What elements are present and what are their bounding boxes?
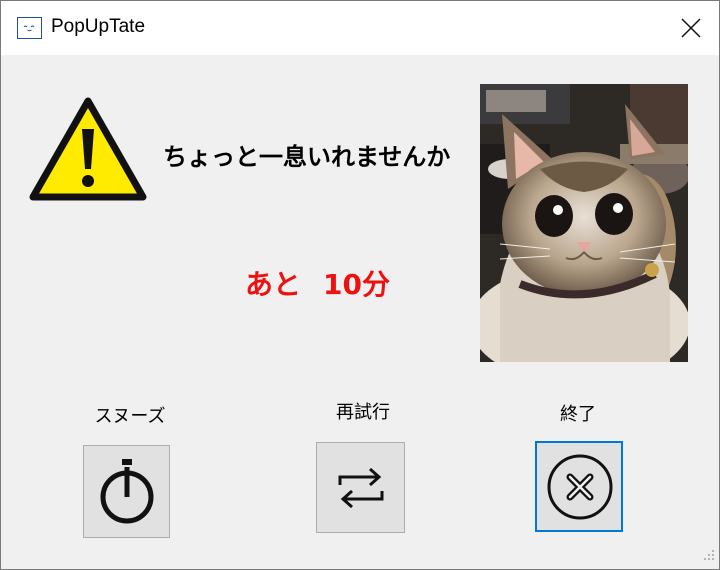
snooze-button[interactable]: [83, 445, 170, 538]
title-bar[interactable]: PopUpTate: [1, 1, 719, 55]
close-button[interactable]: [663, 1, 719, 55]
remaining-value: 10分: [323, 268, 390, 301]
remaining-time: あと 10分: [245, 263, 390, 303]
app-face-icon: [17, 17, 42, 39]
close-circle-icon: [547, 454, 613, 520]
content-area: ちょっと一息いれませんか あと 10分 スヌーズ 再試行 終了: [1, 55, 719, 569]
warning-icon: [29, 97, 147, 205]
repeat-icon: [338, 467, 384, 509]
window-title: PopUpTate: [51, 16, 146, 37]
popup-window: PopUpTate ちょっと一息いれませんか あと 10分 スヌーズ 再試行 終…: [0, 0, 720, 570]
exit-button[interactable]: [535, 441, 623, 532]
snooze-label: スヌーズ: [94, 406, 166, 427]
exit-label: 終了: [560, 404, 596, 425]
retry-button[interactable]: [316, 442, 405, 533]
cat-photo: [480, 84, 688, 362]
close-icon: [681, 18, 701, 38]
break-message: ちょっと一息いれませんか: [163, 143, 451, 171]
resize-grip[interactable]: [703, 546, 715, 565]
retry-label: 再試行: [336, 402, 390, 423]
stopwatch-icon: [100, 459, 154, 524]
remaining-prefix: あと: [245, 268, 302, 301]
